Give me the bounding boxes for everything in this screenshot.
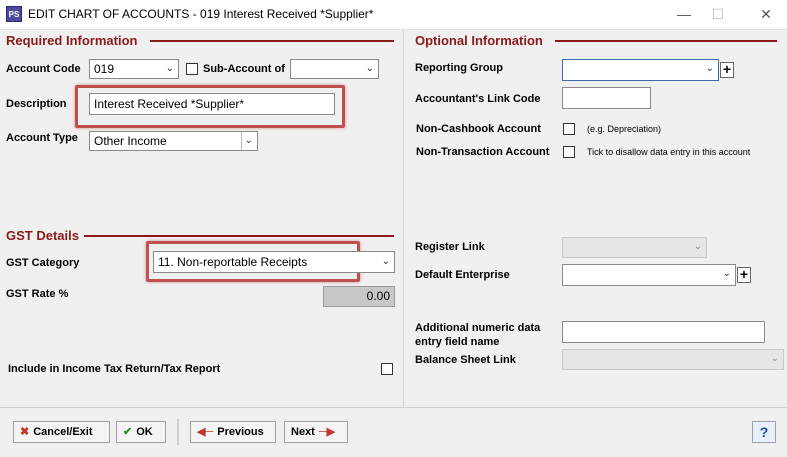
next-button[interactable]: Next ─▶ <box>284 421 348 443</box>
arrow-left-icon: ◀─ <box>197 426 214 438</box>
additional-field-label-2: entry field name <box>415 336 500 348</box>
close-button[interactable]: ✕ <box>752 4 780 24</box>
account-code-value: 019 <box>94 62 115 76</box>
gst-heading: GST Details <box>6 228 79 243</box>
account-type-combo[interactable]: Other Income ⌄ <box>89 131 258 151</box>
cancel-exit-label: Cancel/Exit <box>33 426 93 438</box>
required-heading: Required Information <box>6 33 138 48</box>
footer-separator <box>177 419 179 445</box>
non-transaction-label: Non-Transaction Account <box>416 146 550 158</box>
close-icon: ✖ <box>20 426 30 438</box>
balance-sheet-label: Balance Sheet Link <box>415 354 516 366</box>
gst-category-value: 11. Non-reportable Receipts <box>158 255 308 269</box>
gst-rate-value: 0.00 <box>323 286 395 307</box>
non-cashbook-label: Non-Cashbook Account <box>416 123 541 135</box>
optional-divider <box>555 40 777 42</box>
non-transaction-checkbox[interactable] <box>563 146 575 158</box>
gst-category-combo[interactable]: 11. Non-reportable Receipts ⌄ <box>153 251 395 273</box>
sub-account-label: Sub-Account of <box>203 63 285 75</box>
chevron-down-icon: ⌄ <box>365 63 374 74</box>
previous-label: Previous <box>217 426 264 438</box>
cancel-exit-button[interactable]: ✖ Cancel/Exit <box>13 421 110 443</box>
gst-rate-label: GST Rate % <box>6 288 69 300</box>
account-type-value: Other Income <box>94 134 167 148</box>
chevron-down-icon: ⌄ <box>165 63 174 74</box>
additional-field-input[interactable] <box>562 321 765 343</box>
window-title: EDIT CHART OF ACCOUNTS - 019 Interest Re… <box>28 7 374 21</box>
ok-button[interactable]: ✔ OK <box>116 421 166 443</box>
income-tax-label: Include in Income Tax Return/Tax Report <box>8 363 221 375</box>
non-cashbook-checkbox[interactable] <box>563 123 575 135</box>
chevron-down-icon: ⌄ <box>240 132 253 150</box>
default-enterprise-label: Default Enterprise <box>415 269 510 281</box>
chevron-down-icon: ⌄ <box>693 241 702 252</box>
description-input[interactable]: Interest Received *Supplier* <box>89 93 335 115</box>
chevron-down-icon: ⌄ <box>722 268 731 279</box>
next-label: Next <box>291 426 315 438</box>
account-code-combo[interactable]: 019 ⌄ <box>89 59 179 79</box>
income-tax-checkbox[interactable] <box>381 363 393 375</box>
gst-category-label: GST Category <box>6 257 80 269</box>
title-bar: PS EDIT CHART OF ACCOUNTS - 019 Interest… <box>0 0 787 30</box>
add-reporting-group-button[interactable]: + <box>720 62 734 78</box>
minimize-button[interactable]: — <box>670 4 698 24</box>
register-link-combo[interactable]: ⌄ <box>562 237 707 258</box>
additional-field-label-1: Additional numeric data <box>415 322 541 334</box>
add-enterprise-button[interactable]: + <box>737 267 751 283</box>
maximize-button[interactable]: ☐ <box>704 4 732 24</box>
previous-button[interactable]: ◀─ Previous <box>190 421 276 443</box>
non-transaction-hint: Tick to disallow data entry in this acco… <box>587 147 751 157</box>
ok-label: OK <box>136 426 153 438</box>
balance-sheet-combo[interactable]: ⌄ <box>562 349 784 370</box>
required-divider <box>150 40 394 42</box>
chevron-down-icon: ⌄ <box>705 63 714 74</box>
optional-heading: Optional Information <box>415 33 543 48</box>
help-button[interactable]: ? <box>752 421 776 443</box>
sub-account-combo[interactable]: ⌄ <box>290 59 379 79</box>
default-enterprise-combo[interactable]: ⌄ <box>562 264 736 286</box>
gst-divider <box>84 235 394 237</box>
chevron-down-icon: ⌄ <box>381 256 390 267</box>
register-link-label: Register Link <box>415 241 485 253</box>
chevron-down-icon: ⌄ <box>770 353 779 364</box>
check-icon: ✔ <box>123 426 133 438</box>
account-type-label: Account Type <box>6 132 78 144</box>
non-cashbook-hint: (e.g. Depreciation) <box>587 124 662 134</box>
reporting-group-label: Reporting Group <box>415 62 503 74</box>
accountant-link-label: Accountant's Link Code <box>415 93 541 105</box>
accountant-link-input[interactable] <box>562 87 651 109</box>
reporting-group-combo[interactable]: ⌄ <box>562 59 719 81</box>
arrow-right-icon: ─▶ <box>318 426 336 438</box>
account-code-label: Account Code <box>6 63 81 75</box>
app-icon: PS <box>6 6 22 22</box>
sub-account-checkbox[interactable] <box>186 63 198 75</box>
description-label: Description <box>6 98 67 110</box>
